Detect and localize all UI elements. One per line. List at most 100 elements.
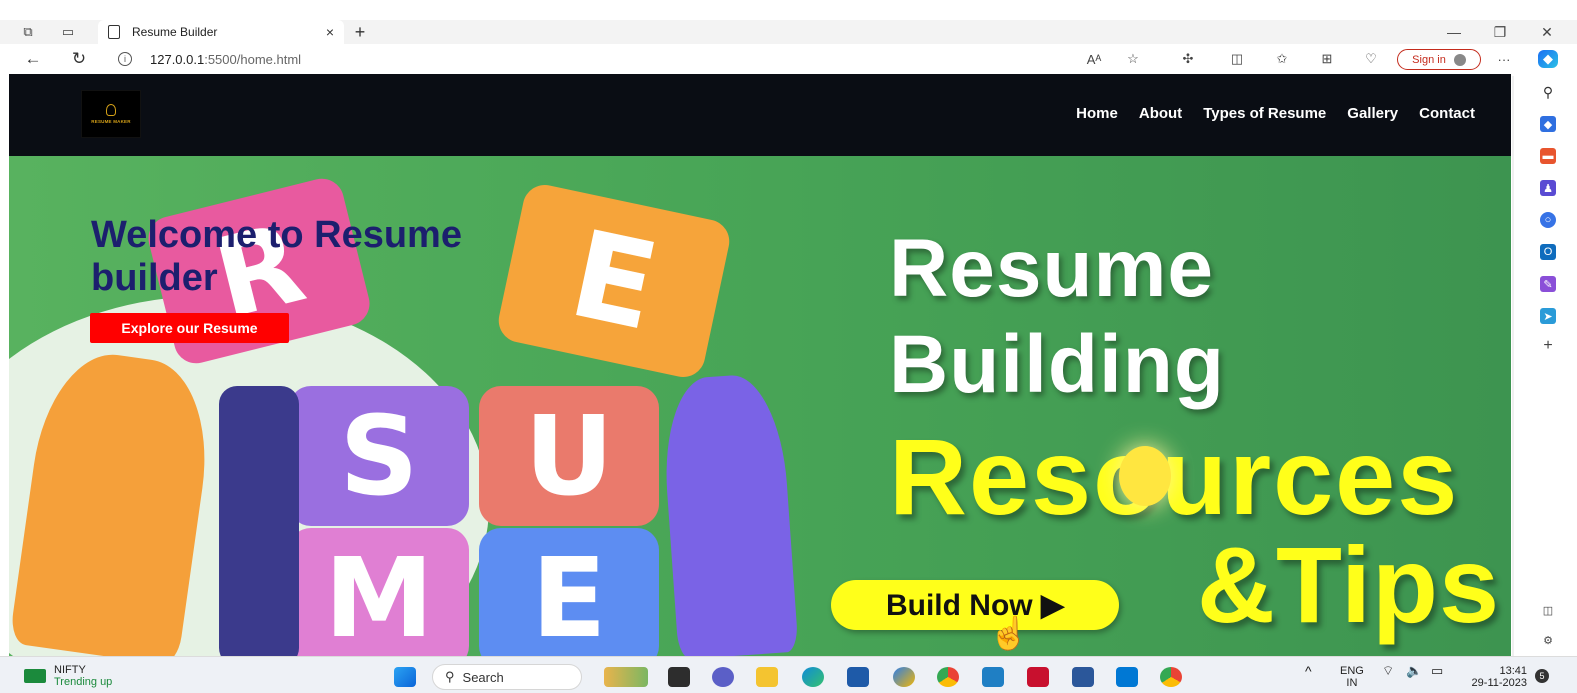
favorites-icon[interactable]: ✩ bbox=[1272, 50, 1292, 68]
banner-resources-text: Resources bbox=[889, 416, 1460, 537]
windows-taskbar: NIFTY Trending up ⚲ Search ^ ENG IN ⌔ 🔈 … bbox=[0, 656, 1577, 693]
games-icon[interactable]: ♟ bbox=[1540, 180, 1556, 196]
extensions-icon[interactable]: ✣ bbox=[1178, 50, 1198, 68]
close-window-icon[interactable]: ✕ bbox=[1527, 20, 1567, 44]
show-hidden-icons[interactable]: ^ bbox=[1305, 664, 1312, 678]
tab-title: Resume Builder bbox=[132, 25, 218, 39]
designer-icon[interactable]: ✎ bbox=[1540, 276, 1556, 292]
page-icon bbox=[108, 25, 120, 39]
more-menu-icon[interactable]: ··· bbox=[1494, 50, 1514, 68]
read-aloud-icon[interactable]: Aᴬ bbox=[1084, 50, 1104, 68]
edge-sidebar: ⚲ ◆ ▬ ♟ ○ O ✎ ➤ + ◫ ⚙ bbox=[1514, 74, 1577, 656]
site-logo[interactable]: RESUME MAKER bbox=[81, 90, 141, 138]
lang-top: ENG bbox=[1340, 665, 1364, 677]
shopping-tag-icon[interactable]: ◆ bbox=[1540, 116, 1556, 132]
date: 29-11-2023 bbox=[1471, 677, 1527, 689]
hand-cursor-icon: ☝ bbox=[989, 615, 1029, 651]
sidebar-settings-icon[interactable]: ⚙ bbox=[1540, 632, 1556, 648]
microsoft-365-icon[interactable]: ○ bbox=[1540, 212, 1556, 228]
logo-bulb-icon bbox=[106, 104, 116, 116]
edge-icon[interactable] bbox=[802, 667, 824, 687]
nav-types-of-resume[interactable]: Types of Resume bbox=[1203, 105, 1326, 122]
close-tab-icon[interactable]: × bbox=[326, 24, 334, 40]
hero-title: Welcome to Resume builder bbox=[91, 214, 462, 299]
volume-icon[interactable]: 🔈 bbox=[1406, 664, 1422, 677]
url-host: 127.0.0.1 bbox=[150, 51, 205, 67]
nav-about[interactable]: About bbox=[1139, 105, 1182, 122]
lightbulb-icon bbox=[1119, 446, 1171, 506]
send-icon[interactable]: ➤ bbox=[1540, 308, 1556, 324]
nifty-label: NIFTY bbox=[54, 664, 86, 676]
tab-actions-icon[interactable]: ▭ bbox=[58, 22, 78, 42]
file-explorer-icon[interactable] bbox=[756, 667, 778, 687]
browser-essentials-icon[interactable]: ♡ bbox=[1361, 50, 1381, 68]
cube-letter-m: M bbox=[289, 528, 469, 656]
url-field[interactable]: i 127.0.0.1:5500/home.html bbox=[118, 48, 1148, 70]
profile-avatar-icon bbox=[1453, 53, 1466, 66]
sign-in-label: Sign in bbox=[1412, 53, 1446, 66]
webpage: RESUME MAKER Home About Types of Resume … bbox=[9, 74, 1511, 656]
time: 13:41 bbox=[1499, 665, 1527, 677]
nifty-widget[interactable]: NIFTY Trending up bbox=[24, 664, 112, 688]
nifty-status: Trending up bbox=[54, 676, 113, 688]
favorite-star-icon[interactable]: ☆ bbox=[1123, 50, 1143, 68]
nav-gallery[interactable]: Gallery bbox=[1347, 105, 1398, 122]
chat-icon[interactable] bbox=[712, 667, 734, 687]
banner-building-text: Building bbox=[889, 319, 1225, 410]
chrome-icon[interactable] bbox=[937, 667, 959, 687]
tools-icon[interactable]: ▬ bbox=[1540, 148, 1556, 164]
cube-letter-s: S bbox=[289, 386, 469, 526]
cube-letter-u: U bbox=[479, 386, 659, 526]
language-indicator[interactable]: ENG IN bbox=[1340, 665, 1364, 689]
minimize-icon[interactable]: — bbox=[1434, 20, 1474, 44]
battery-icon[interactable]: ▭ bbox=[1431, 664, 1443, 677]
store-icon[interactable] bbox=[847, 667, 869, 687]
explore-resume-button[interactable]: Explore our Resume bbox=[90, 313, 289, 343]
search-magnifier-icon: ⚲ bbox=[445, 669, 455, 684]
trend-up-icon bbox=[24, 669, 46, 683]
new-tab-button[interactable]: + bbox=[348, 20, 372, 44]
search-label: Search bbox=[462, 669, 504, 685]
site-info-icon[interactable]: i bbox=[118, 52, 132, 66]
build-now-button[interactable]: Build Now ▶ bbox=[831, 580, 1119, 630]
windows-start-icon[interactable] bbox=[394, 667, 416, 687]
man-illustration bbox=[659, 372, 799, 656]
restore-icon[interactable]: ❐ bbox=[1480, 20, 1520, 44]
banner-resume-text: Resume bbox=[889, 223, 1215, 314]
outlook-icon[interactable]: O bbox=[1540, 244, 1556, 260]
mysql-workbench-icon[interactable] bbox=[982, 667, 1004, 687]
hero-banner: R E S U M E Welcome to Resume builder Ex… bbox=[9, 156, 1511, 656]
lang-bottom: IN bbox=[1346, 677, 1358, 689]
search-icon[interactable]: ⚲ bbox=[1540, 84, 1556, 100]
nav-contact[interactable]: Contact bbox=[1419, 105, 1475, 122]
copilot-icon[interactable]: ◆ bbox=[1538, 50, 1558, 68]
split-screen-icon[interactable]: ◫ bbox=[1227, 50, 1247, 68]
clock[interactable]: 13:41 29-11-2023 bbox=[1463, 665, 1527, 689]
url-path: :5500/home.html bbox=[204, 51, 302, 67]
site-navbar: RESUME MAKER Home About Types of Resume … bbox=[9, 74, 1511, 156]
workspaces-icon[interactable]: ⧉ bbox=[18, 22, 38, 42]
notification-badge[interactable]: 5 bbox=[1535, 669, 1549, 683]
cube-dark-side bbox=[219, 386, 299, 656]
collections-icon[interactable]: ⊞ bbox=[1317, 50, 1337, 68]
taskbar-search[interactable]: ⚲ Search bbox=[432, 664, 582, 690]
sign-in-button[interactable]: Sign in bbox=[1397, 49, 1481, 70]
hide-sidebar-icon[interactable]: ◫ bbox=[1540, 602, 1556, 618]
back-icon[interactable]: ← bbox=[22, 49, 44, 69]
copilot-taskbar-icon[interactable] bbox=[893, 667, 915, 687]
nav-home[interactable]: Home bbox=[1076, 105, 1118, 122]
widget-image-icon[interactable] bbox=[604, 667, 648, 687]
chrome-profile-icon[interactable] bbox=[1160, 667, 1182, 687]
task-view-icon[interactable] bbox=[668, 667, 690, 687]
logo-text: RESUME MAKER bbox=[91, 119, 131, 124]
refresh-icon[interactable]: ↻ bbox=[68, 49, 90, 69]
main-nav: Home About Types of Resume Gallery Conta… bbox=[1076, 105, 1475, 122]
banner-tips-text: &Tips bbox=[1197, 524, 1501, 645]
tab-resume-builder[interactable]: Resume Builder × bbox=[98, 20, 344, 44]
browser-tab-bar: ⧉ ▭ Resume Builder × + — ❐ ✕ bbox=[0, 20, 1577, 44]
wifi-icon[interactable]: ⌔ bbox=[1382, 664, 1394, 677]
vscode-icon[interactable] bbox=[1116, 667, 1138, 687]
add-sidebar-app-icon[interactable]: + bbox=[1540, 337, 1556, 354]
word-icon[interactable] bbox=[1072, 667, 1094, 687]
mcafee-icon[interactable] bbox=[1027, 667, 1049, 687]
